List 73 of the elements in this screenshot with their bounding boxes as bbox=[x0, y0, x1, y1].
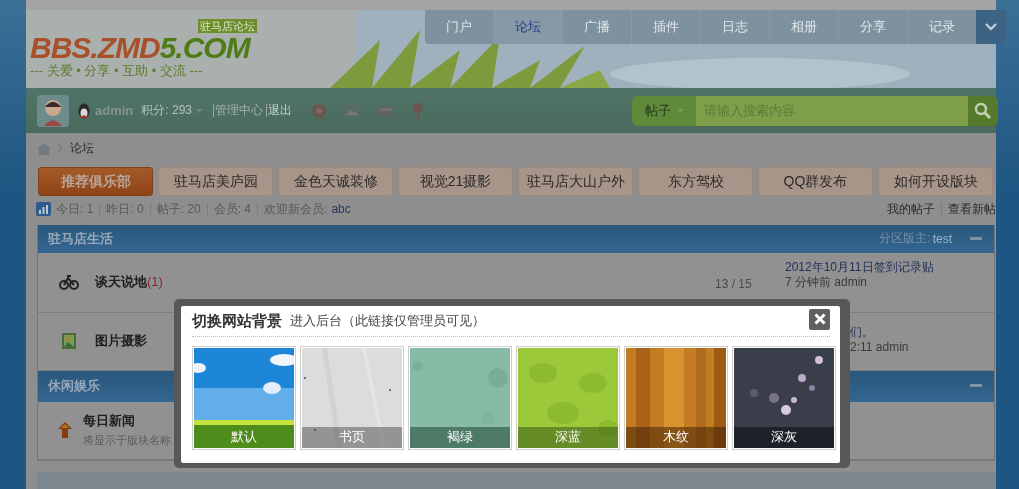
section-title[interactable]: 休闲娱乐 bbox=[48, 377, 100, 396]
points-dropdown[interactable]: 积分: 293 bbox=[141, 102, 203, 119]
search-icon bbox=[974, 101, 992, 120]
close-icon bbox=[813, 313, 826, 325]
breadcrumb-link[interactable]: 论坛 bbox=[70, 140, 94, 158]
section-title[interactable]: 驻马店生活 bbox=[48, 229, 113, 248]
club-tab[interactable]: 驻马店大山户外 bbox=[518, 167, 633, 197]
collapse-icon[interactable] bbox=[970, 384, 982, 389]
user-link[interactable]: 退出 bbox=[266, 104, 295, 117]
home-icon[interactable] bbox=[37, 142, 51, 155]
theme-thumbnail[interactable]: 书页 bbox=[300, 346, 404, 450]
caret-icon bbox=[196, 108, 203, 113]
pin-icon[interactable] bbox=[411, 101, 425, 120]
collapse-icon[interactable] bbox=[970, 236, 982, 241]
user-link[interactable]: 管理中心 bbox=[213, 104, 266, 117]
forum-name[interactable]: 图片摄影 bbox=[95, 332, 147, 351]
last-post-text[interactable]: 2012年10月11日签到记录贴 bbox=[785, 259, 934, 274]
nav-tab[interactable]: 论坛 bbox=[493, 10, 562, 44]
theme-thumbnail[interactable]: 木纹 bbox=[624, 346, 728, 450]
close-button[interactable] bbox=[809, 308, 830, 330]
club-tab[interactable]: 视觉21摄影 bbox=[398, 167, 513, 197]
nav-tab[interactable]: 日志 bbox=[700, 10, 769, 44]
last-post-text: 7 分钟前 admin bbox=[785, 274, 868, 289]
caret-icon bbox=[676, 108, 684, 113]
chevron-down-icon bbox=[985, 23, 997, 31]
nav-tab[interactable]: 插件 bbox=[631, 10, 700, 44]
theme-label: 深蓝 bbox=[518, 427, 618, 448]
nav-tab[interactable]: 广播 bbox=[562, 10, 631, 44]
forum-name[interactable]: 每日新闻 bbox=[83, 412, 135, 431]
dropdown-button[interactable] bbox=[976, 10, 1006, 44]
circle-icon[interactable] bbox=[311, 102, 327, 119]
club-tab[interactable]: 驻马店美庐园 bbox=[158, 167, 273, 197]
arrow-up-icon bbox=[56, 421, 73, 440]
forum-name[interactable]: 谈天说地(1) bbox=[95, 273, 163, 292]
club-tab[interactable]: 如何开设版块 bbox=[878, 167, 993, 197]
post-count: 13 / 15 bbox=[715, 276, 752, 291]
moderator-label: 分区版主: bbox=[879, 230, 931, 248]
penguin-icon bbox=[77, 101, 91, 120]
theme-label: 书页 bbox=[302, 427, 402, 448]
site-logo[interactable]: BBS.ZMD5.COM bbox=[30, 34, 250, 62]
bicycle-icon bbox=[58, 274, 79, 291]
theme-label: 深灰 bbox=[734, 427, 834, 448]
admin-link[interactable]: 进入后台（此链接仅管理员可见） bbox=[290, 312, 485, 330]
last-post-text: 2:11 admin bbox=[850, 339, 909, 354]
theme-thumbnail[interactable]: 褐绿 bbox=[408, 346, 512, 450]
theme-thumbnail[interactable]: 默认 bbox=[192, 346, 296, 450]
club-tab[interactable]: QQ群发布 bbox=[758, 167, 873, 197]
member-link[interactable]: abc bbox=[331, 201, 351, 216]
image-icon[interactable] bbox=[343, 102, 361, 119]
bar-chart-icon bbox=[36, 201, 51, 216]
nav-tab[interactable]: 门户 bbox=[425, 10, 493, 44]
club-tab[interactable]: 推荐俱乐部 bbox=[38, 167, 153, 197]
nav-tab[interactable]: 分享 bbox=[838, 10, 907, 44]
logo-tagline: 驻马店论坛 bbox=[198, 19, 257, 33]
search-button[interactable] bbox=[968, 95, 998, 126]
dialog-title: 切换网站背景 bbox=[192, 311, 282, 331]
post-link[interactable]: 我的帖子 bbox=[881, 202, 935, 215]
slogan: --- 关爱 • 分享 • 互助 • 交流 --- bbox=[30, 62, 203, 80]
last-post-text[interactable]: 们。 bbox=[850, 324, 874, 339]
theme-thumbnail[interactable]: 深蓝 bbox=[516, 346, 620, 450]
search-type-dropdown[interactable]: 帖子 bbox=[632, 95, 696, 126]
theme-label: 默认 bbox=[230, 429, 258, 446]
moderator-link[interactable]: test bbox=[932, 231, 952, 246]
chevron-right-icon bbox=[58, 144, 63, 154]
avatar-icon[interactable] bbox=[37, 94, 69, 127]
theme-thumbnail[interactable]: 深灰 bbox=[732, 346, 836, 450]
club-tab[interactable]: 金色天诚装修 bbox=[278, 167, 393, 197]
theme-label: 褐绿 bbox=[410, 427, 510, 448]
theme-label: 木纹 bbox=[626, 427, 726, 448]
nav-tab[interactable]: 相册 bbox=[769, 10, 838, 44]
post-link[interactable]: 查看新帖 bbox=[941, 202, 996, 215]
image-icon bbox=[60, 332, 77, 351]
club-tab[interactable]: 东方驾校 bbox=[638, 167, 753, 197]
